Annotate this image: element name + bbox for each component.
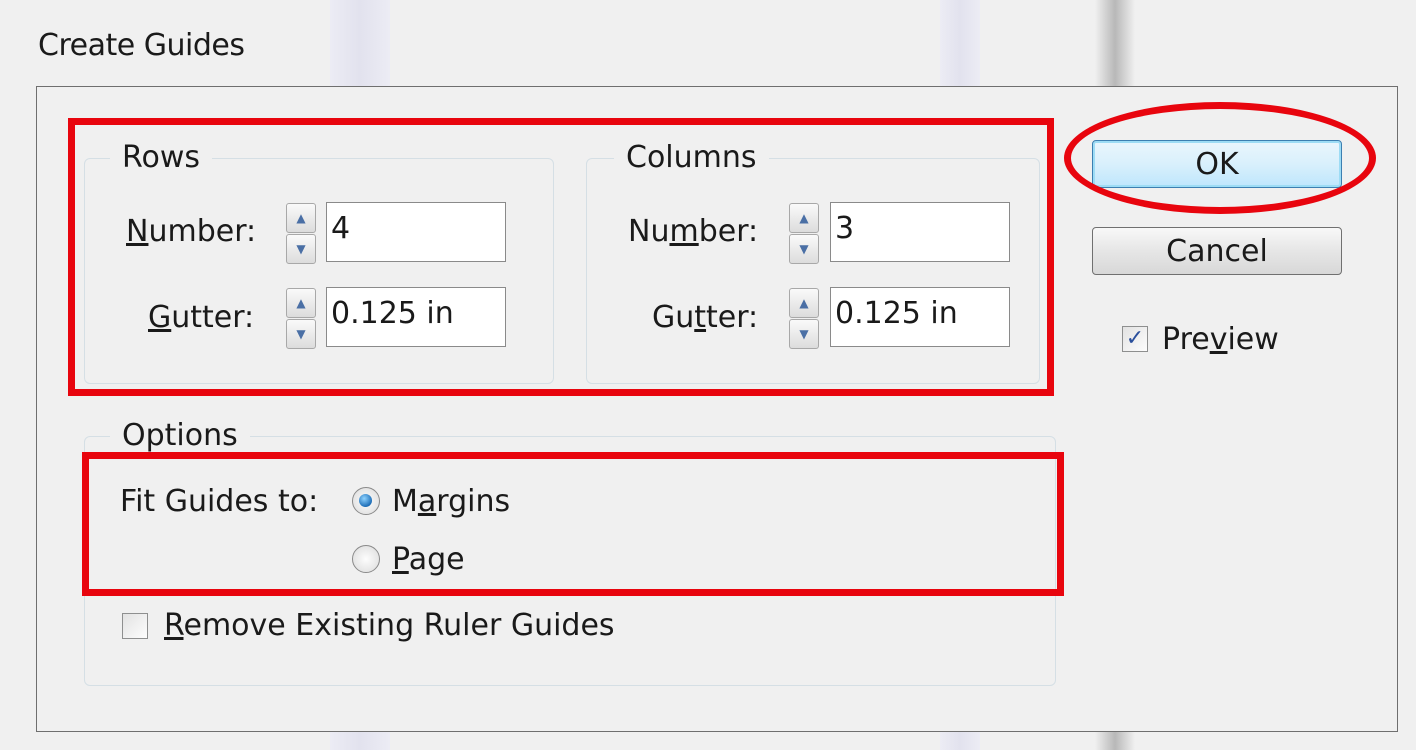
remove-existing-label-post: emove Existing Ruler Guides xyxy=(183,608,615,643)
preview-label-post: iew xyxy=(1227,322,1279,357)
ok-button-highlight xyxy=(1064,102,1376,214)
remove-existing-label[interactable]: Remove Existing Ruler Guides xyxy=(164,608,615,643)
preview-checkbox[interactable]: ✓ xyxy=(1122,326,1148,352)
preview-access-key: v xyxy=(1209,322,1228,357)
create-guides-dialog: Create Guides Rows Number: ▲ ▼ 4 Gutter:… xyxy=(0,0,1416,750)
cancel-button[interactable]: Cancel xyxy=(1092,227,1342,275)
fit-guides-highlight xyxy=(82,452,1064,596)
dialog-title: Create Guides xyxy=(38,28,245,63)
remove-existing-access-key: R xyxy=(164,608,184,643)
options-legend: Options xyxy=(110,418,250,453)
preview-label[interactable]: Preview xyxy=(1162,322,1279,357)
remove-existing-checkbox[interactable] xyxy=(122,613,148,639)
preview-label-pre: Pre xyxy=(1162,322,1210,357)
rows-columns-highlight xyxy=(68,118,1054,396)
